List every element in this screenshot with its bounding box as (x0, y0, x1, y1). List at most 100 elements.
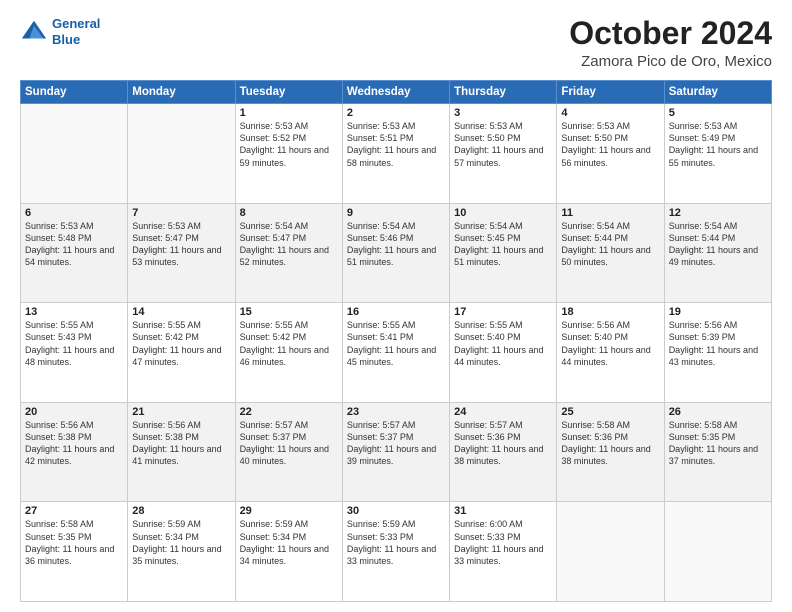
day-number: 27 (25, 505, 123, 517)
col-sunday: Sunday (21, 81, 128, 104)
cell-info: Sunrise: 5:56 AM Sunset: 5:38 PM Dayligh… (25, 419, 123, 468)
cell-info: Sunrise: 5:53 AM Sunset: 5:51 PM Dayligh… (347, 120, 445, 169)
table-row (557, 502, 664, 602)
calendar-week-row: 27Sunrise: 5:58 AM Sunset: 5:35 PM Dayli… (21, 502, 772, 602)
table-row: 24Sunrise: 5:57 AM Sunset: 5:36 PM Dayli… (450, 402, 557, 502)
main-title: October 2024 (569, 16, 772, 51)
col-monday: Monday (128, 81, 235, 104)
table-row: 26Sunrise: 5:58 AM Sunset: 5:35 PM Dayli… (664, 402, 771, 502)
header: General Blue October 2024 Zamora Pico de… (20, 16, 772, 70)
table-row: 29Sunrise: 5:59 AM Sunset: 5:34 PM Dayli… (235, 502, 342, 602)
day-number: 3 (454, 107, 552, 119)
cell-info: Sunrise: 5:53 AM Sunset: 5:49 PM Dayligh… (669, 120, 767, 169)
cell-info: Sunrise: 5:55 AM Sunset: 5:42 PM Dayligh… (132, 319, 230, 368)
day-number: 11 (561, 207, 659, 219)
table-row: 21Sunrise: 5:56 AM Sunset: 5:38 PM Dayli… (128, 402, 235, 502)
day-number: 13 (25, 306, 123, 318)
day-number: 12 (669, 207, 767, 219)
cell-info: Sunrise: 5:53 AM Sunset: 5:50 PM Dayligh… (454, 120, 552, 169)
cell-info: Sunrise: 5:57 AM Sunset: 5:37 PM Dayligh… (347, 419, 445, 468)
day-number: 21 (132, 406, 230, 418)
day-number: 1 (240, 107, 338, 119)
table-row: 8Sunrise: 5:54 AM Sunset: 5:47 PM Daylig… (235, 203, 342, 303)
table-row: 16Sunrise: 5:55 AM Sunset: 5:41 PM Dayli… (342, 303, 449, 403)
logo-text: General Blue (52, 16, 100, 47)
logo: General Blue (20, 16, 100, 47)
cell-info: Sunrise: 6:00 AM Sunset: 5:33 PM Dayligh… (454, 518, 552, 567)
day-number: 28 (132, 505, 230, 517)
day-number: 7 (132, 207, 230, 219)
table-row: 2Sunrise: 5:53 AM Sunset: 5:51 PM Daylig… (342, 104, 449, 204)
table-row: 27Sunrise: 5:58 AM Sunset: 5:35 PM Dayli… (21, 502, 128, 602)
day-number: 20 (25, 406, 123, 418)
table-row: 12Sunrise: 5:54 AM Sunset: 5:44 PM Dayli… (664, 203, 771, 303)
page: General Blue October 2024 Zamora Pico de… (0, 0, 792, 612)
calendar-week-row: 6Sunrise: 5:53 AM Sunset: 5:48 PM Daylig… (21, 203, 772, 303)
table-row: 13Sunrise: 5:55 AM Sunset: 5:43 PM Dayli… (21, 303, 128, 403)
day-number: 18 (561, 306, 659, 318)
cell-info: Sunrise: 5:53 AM Sunset: 5:50 PM Dayligh… (561, 120, 659, 169)
day-number: 29 (240, 505, 338, 517)
cell-info: Sunrise: 5:55 AM Sunset: 5:42 PM Dayligh… (240, 319, 338, 368)
cell-info: Sunrise: 5:54 AM Sunset: 5:46 PM Dayligh… (347, 220, 445, 269)
day-number: 31 (454, 505, 552, 517)
logo-line1: General (52, 16, 100, 31)
table-row: 6Sunrise: 5:53 AM Sunset: 5:48 PM Daylig… (21, 203, 128, 303)
calendar-week-row: 1Sunrise: 5:53 AM Sunset: 5:52 PM Daylig… (21, 104, 772, 204)
table-row: 7Sunrise: 5:53 AM Sunset: 5:47 PM Daylig… (128, 203, 235, 303)
cell-info: Sunrise: 5:53 AM Sunset: 5:47 PM Dayligh… (132, 220, 230, 269)
cell-info: Sunrise: 5:53 AM Sunset: 5:48 PM Dayligh… (25, 220, 123, 269)
table-row: 3Sunrise: 5:53 AM Sunset: 5:50 PM Daylig… (450, 104, 557, 204)
cell-info: Sunrise: 5:56 AM Sunset: 5:39 PM Dayligh… (669, 319, 767, 368)
cell-info: Sunrise: 5:59 AM Sunset: 5:34 PM Dayligh… (132, 518, 230, 567)
calendar-table: Sunday Monday Tuesday Wednesday Thursday… (20, 80, 772, 602)
cell-info: Sunrise: 5:56 AM Sunset: 5:40 PM Dayligh… (561, 319, 659, 368)
table-row: 23Sunrise: 5:57 AM Sunset: 5:37 PM Dayli… (342, 402, 449, 502)
table-row: 1Sunrise: 5:53 AM Sunset: 5:52 PM Daylig… (235, 104, 342, 204)
logo-line2: Blue (52, 32, 80, 47)
table-row: 9Sunrise: 5:54 AM Sunset: 5:46 PM Daylig… (342, 203, 449, 303)
table-row: 19Sunrise: 5:56 AM Sunset: 5:39 PM Dayli… (664, 303, 771, 403)
table-row: 31Sunrise: 6:00 AM Sunset: 5:33 PM Dayli… (450, 502, 557, 602)
table-row: 5Sunrise: 5:53 AM Sunset: 5:49 PM Daylig… (664, 104, 771, 204)
cell-info: Sunrise: 5:55 AM Sunset: 5:40 PM Dayligh… (454, 319, 552, 368)
table-row: 4Sunrise: 5:53 AM Sunset: 5:50 PM Daylig… (557, 104, 664, 204)
table-row: 17Sunrise: 5:55 AM Sunset: 5:40 PM Dayli… (450, 303, 557, 403)
cell-info: Sunrise: 5:54 AM Sunset: 5:44 PM Dayligh… (561, 220, 659, 269)
day-number: 25 (561, 406, 659, 418)
day-number: 8 (240, 207, 338, 219)
cell-info: Sunrise: 5:58 AM Sunset: 5:35 PM Dayligh… (669, 419, 767, 468)
table-row: 11Sunrise: 5:54 AM Sunset: 5:44 PM Dayli… (557, 203, 664, 303)
col-tuesday: Tuesday (235, 81, 342, 104)
day-number: 23 (347, 406, 445, 418)
cell-info: Sunrise: 5:59 AM Sunset: 5:34 PM Dayligh… (240, 518, 338, 567)
col-thursday: Thursday (450, 81, 557, 104)
table-row: 10Sunrise: 5:54 AM Sunset: 5:45 PM Dayli… (450, 203, 557, 303)
day-number: 16 (347, 306, 445, 318)
cell-info: Sunrise: 5:58 AM Sunset: 5:36 PM Dayligh… (561, 419, 659, 468)
table-row (21, 104, 128, 204)
day-number: 15 (240, 306, 338, 318)
col-saturday: Saturday (664, 81, 771, 104)
table-row: 18Sunrise: 5:56 AM Sunset: 5:40 PM Dayli… (557, 303, 664, 403)
cell-info: Sunrise: 5:54 AM Sunset: 5:44 PM Dayligh… (669, 220, 767, 269)
day-number: 4 (561, 107, 659, 119)
calendar-week-row: 13Sunrise: 5:55 AM Sunset: 5:43 PM Dayli… (21, 303, 772, 403)
calendar-week-row: 20Sunrise: 5:56 AM Sunset: 5:38 PM Dayli… (21, 402, 772, 502)
table-row: 28Sunrise: 5:59 AM Sunset: 5:34 PM Dayli… (128, 502, 235, 602)
day-number: 30 (347, 505, 445, 517)
day-number: 14 (132, 306, 230, 318)
day-number: 5 (669, 107, 767, 119)
cell-info: Sunrise: 5:53 AM Sunset: 5:52 PM Dayligh… (240, 120, 338, 169)
day-number: 10 (454, 207, 552, 219)
table-row: 15Sunrise: 5:55 AM Sunset: 5:42 PM Dayli… (235, 303, 342, 403)
cell-info: Sunrise: 5:57 AM Sunset: 5:36 PM Dayligh… (454, 419, 552, 468)
day-number: 19 (669, 306, 767, 318)
cell-info: Sunrise: 5:57 AM Sunset: 5:37 PM Dayligh… (240, 419, 338, 468)
logo-icon (20, 18, 48, 46)
cell-info: Sunrise: 5:55 AM Sunset: 5:41 PM Dayligh… (347, 319, 445, 368)
table-row: 20Sunrise: 5:56 AM Sunset: 5:38 PM Dayli… (21, 402, 128, 502)
cell-info: Sunrise: 5:54 AM Sunset: 5:45 PM Dayligh… (454, 220, 552, 269)
cell-info: Sunrise: 5:59 AM Sunset: 5:33 PM Dayligh… (347, 518, 445, 567)
table-row: 22Sunrise: 5:57 AM Sunset: 5:37 PM Dayli… (235, 402, 342, 502)
